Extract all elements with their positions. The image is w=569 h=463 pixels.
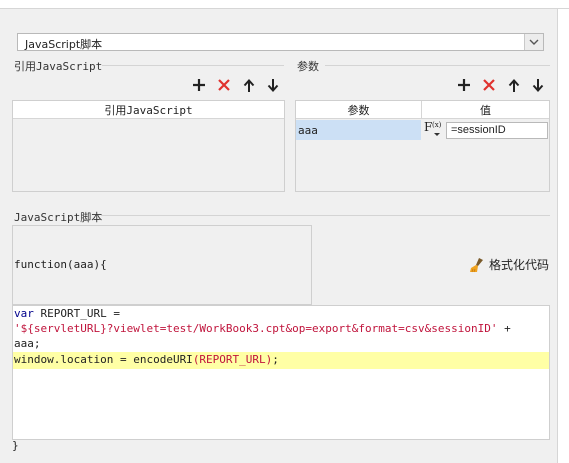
script-type-select[interactable]: JavaScript脚本: [17, 33, 544, 51]
move-up-icon[interactable]: [506, 77, 522, 93]
column-header-value[interactable]: 值: [422, 101, 549, 119]
top-strip: [0, 0, 569, 9]
chevron-down-icon[interactable]: [524, 34, 543, 50]
script-section-title: JavaScript脚本: [14, 211, 103, 224]
function-closing-brace: }: [12, 439, 19, 452]
move-down-icon[interactable]: [265, 77, 281, 93]
divider: [325, 65, 550, 66]
add-icon[interactable]: [191, 77, 207, 93]
function-signature: function(aaa){: [14, 258, 107, 271]
move-down-icon[interactable]: [530, 77, 546, 93]
code-editor[interactable]: var REPORT_URL = '${servletURL}?viewlet=…: [12, 305, 550, 440]
code-line: window.location = encodeURI(REPORT_URL);: [14, 353, 279, 366]
broom-icon: [470, 257, 483, 272]
divider: [102, 65, 284, 66]
formula-fx-icon[interactable]: F (x): [423, 120, 444, 140]
divider: [101, 215, 550, 216]
column-header-referenced-js[interactable]: 引用JavaScript: [13, 101, 284, 119]
delete-icon[interactable]: [216, 77, 232, 93]
move-up-icon[interactable]: [241, 77, 257, 93]
script-type-value: JavaScript脚本: [25, 38, 103, 51]
parameters-title: 参数: [297, 60, 319, 73]
column-header-parameter[interactable]: 参数: [296, 101, 422, 119]
right-gutter: [557, 9, 569, 463]
referenced-js-list[interactable]: 引用JavaScript: [12, 100, 285, 192]
add-icon[interactable]: [456, 77, 472, 93]
format-code-label: 格式化代码: [489, 258, 550, 272]
delete-icon[interactable]: [481, 77, 497, 93]
format-code-button[interactable]: 格式化代码: [469, 256, 549, 273]
code-line: '${servletURL}?viewlet=test/WorkBook3.cp…: [14, 322, 511, 335]
referenced-js-title: 引用JavaScript: [14, 60, 103, 73]
code-line: var REPORT_URL =: [14, 307, 120, 320]
code-line: aaa;: [14, 337, 41, 350]
parameters-table[interactable]: 参数 值 aaa F (x) =sessionID: [295, 100, 550, 192]
parameter-name-cell[interactable]: aaa: [296, 120, 421, 140]
parameter-value-field[interactable]: =sessionID: [446, 122, 548, 139]
